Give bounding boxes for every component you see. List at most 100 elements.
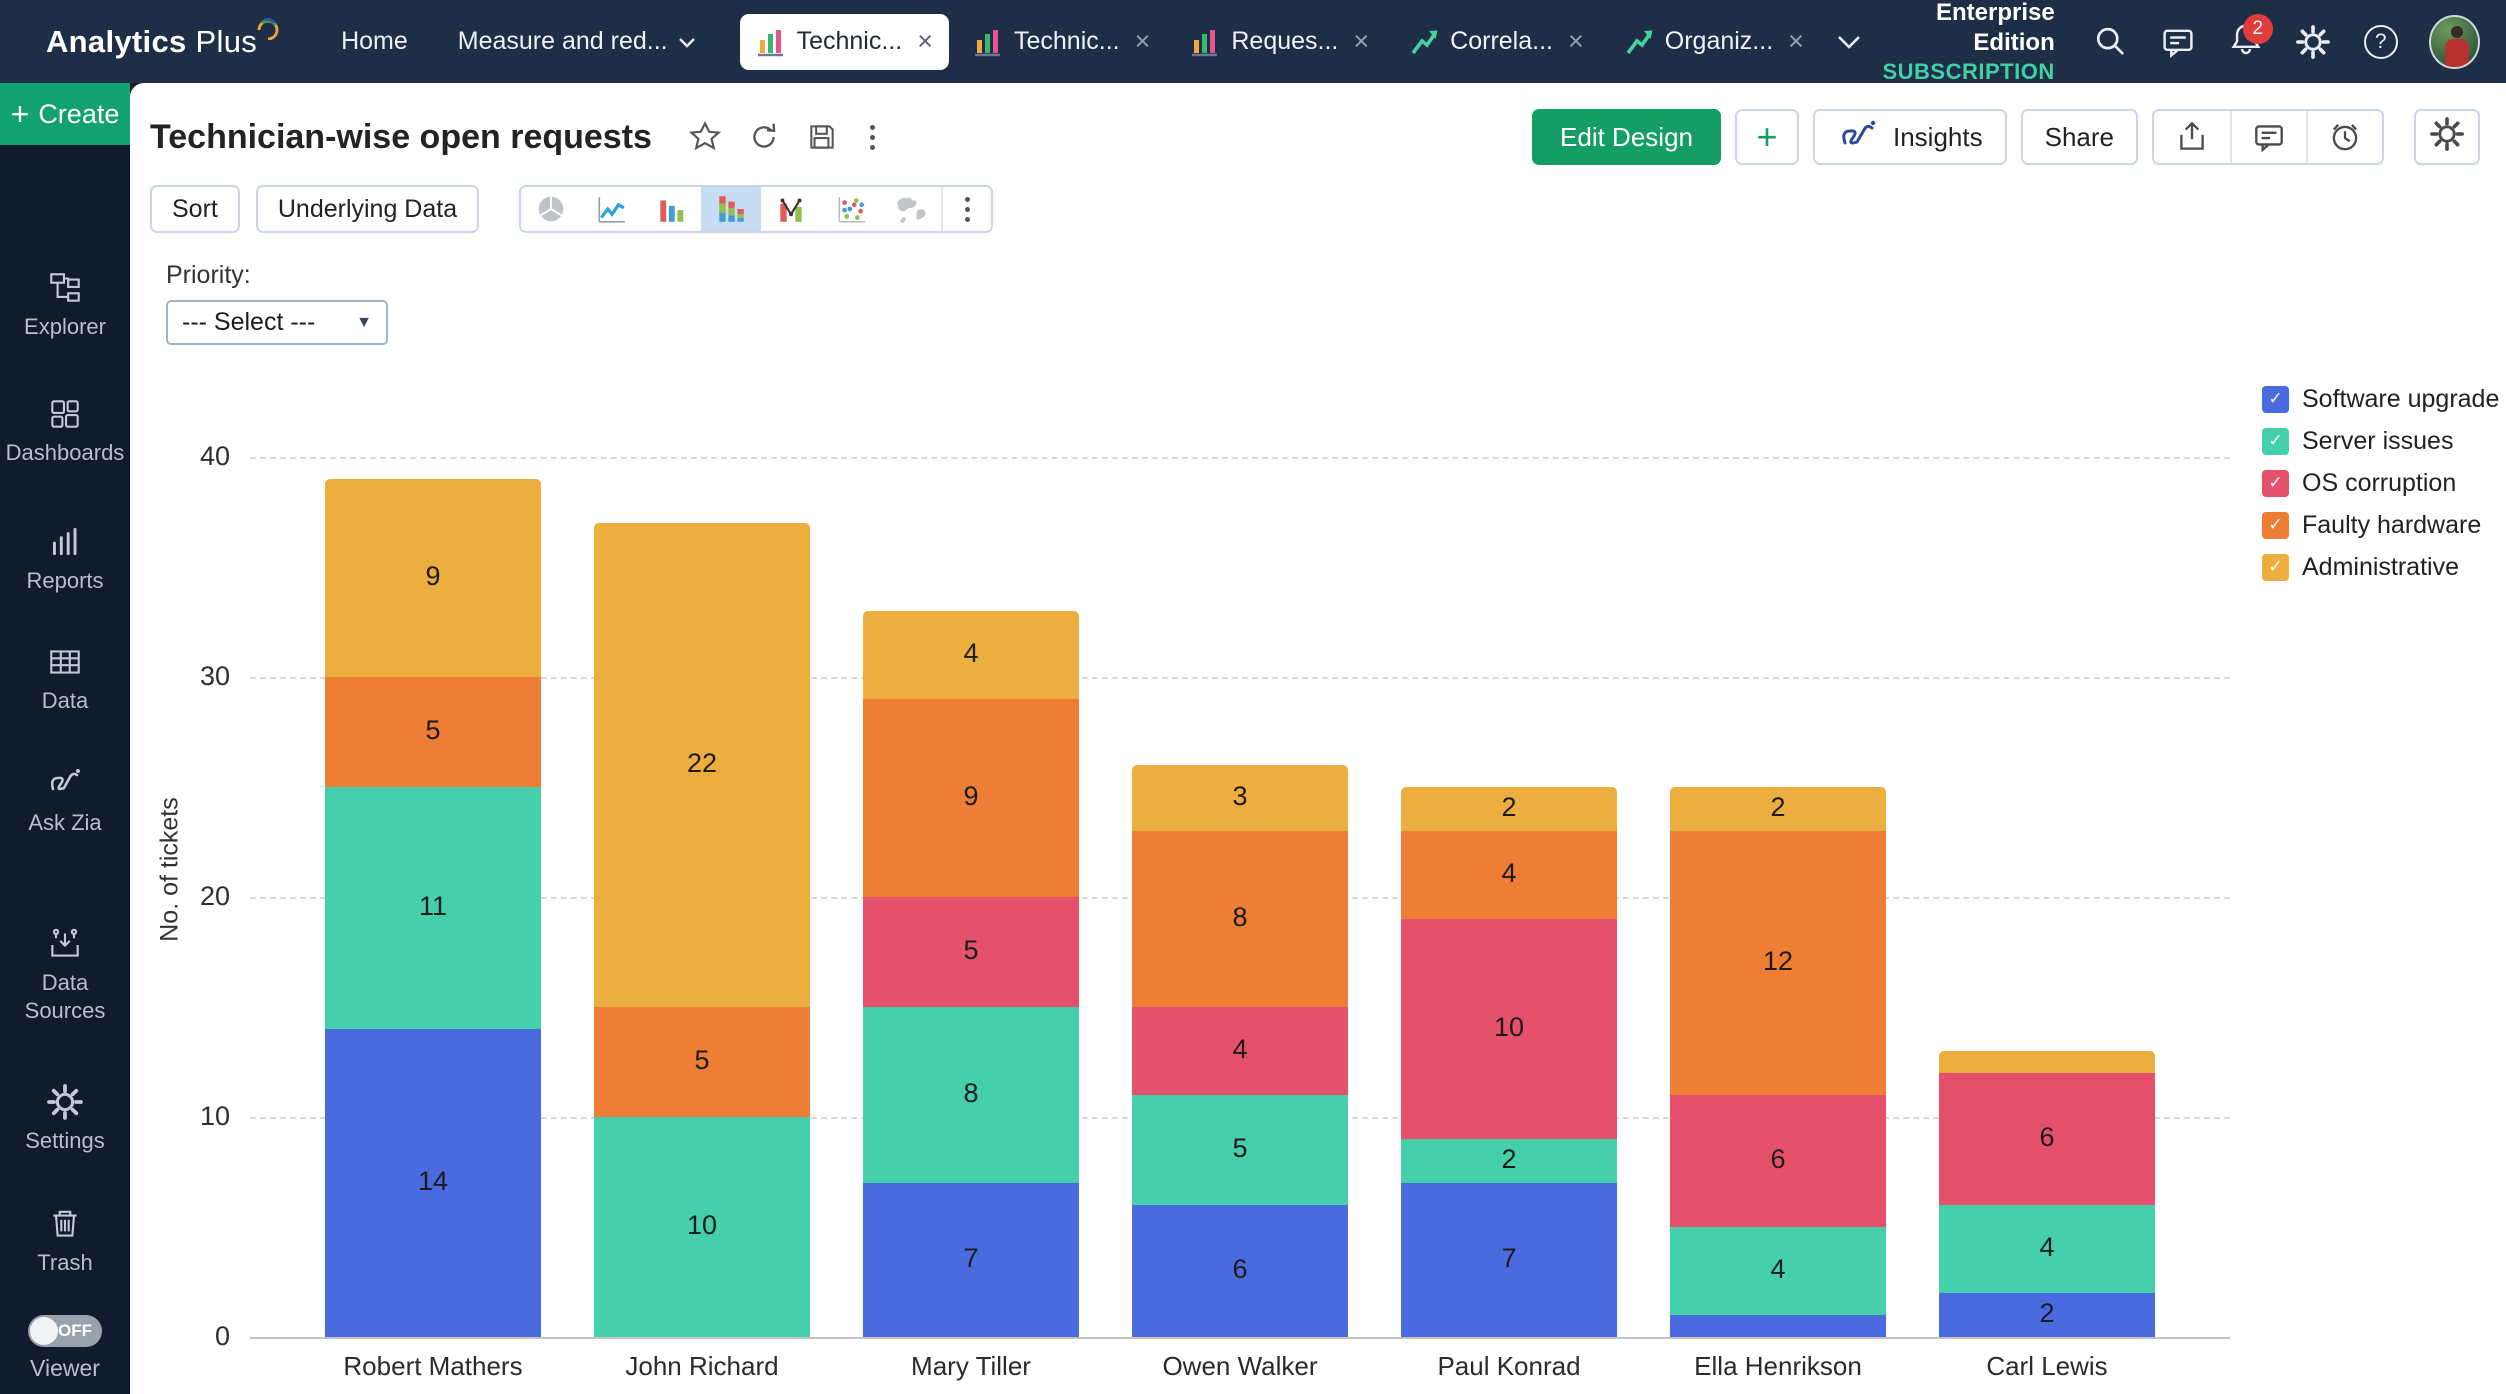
nav-link-measure-and-red[interactable]: Measure and red... [458,27,696,56]
bar-segment-administrative[interactable]: 3 [1132,765,1348,831]
legend-item-server-issues[interactable]: ✓Server issues [2262,420,2499,462]
user-avatar[interactable] [2429,15,2480,69]
bar-chart-icon [1190,27,1220,57]
refresh-icon[interactable] [748,121,780,153]
tab-2[interactable]: Technic...× [957,14,1166,70]
tab-close-icon[interactable]: × [1353,28,1369,55]
comments-icon[interactable] [2230,111,2306,163]
bar-value-label: 3 [1132,781,1348,812]
title-more-menu-icon[interactable] [864,123,881,152]
bar-segment-faulty-hardware[interactable]: 5 [594,1007,810,1117]
legend-checkbox-icon[interactable]: ✓ [2262,470,2289,497]
insights-button[interactable]: Insights [1813,109,2007,165]
nav-link-home[interactable]: Home [341,27,408,56]
share-button[interactable]: Share [2021,109,2138,165]
legend-item-software-upgrade[interactable]: ✓Software upgrade [2262,378,2499,420]
edit-design-button[interactable]: Edit Design [1532,109,1721,165]
legend-checkbox-icon[interactable]: ✓ [2262,512,2289,539]
legend-checkbox-icon[interactable]: ✓ [2262,428,2289,455]
bar-segment-os-corruption[interactable]: 10 [1401,919,1617,1139]
tab-close-icon[interactable]: × [1135,28,1151,55]
bar-segment-server-issues[interactable]: 11 [325,787,541,1029]
sidebar-item-settings[interactable]: Settings [0,1083,130,1155]
header-actions: Edit Design + Insights Share [1532,109,2480,165]
sidebar-item-explorer[interactable]: Explorer [0,269,130,341]
legend-checkbox-icon[interactable]: ✓ [2262,386,2289,413]
toggle-pill[interactable]: OFF [28,1315,102,1347]
notifications-bell-icon[interactable]: 2 [2227,22,2265,62]
bar-segment-server-issues[interactable]: 8 [863,1007,1079,1183]
bar-segment-os-corruption[interactable]: 4 [1132,1007,1348,1095]
bar-segment-administrative[interactable]: 2 [1670,787,1886,831]
chart-type-bar-icon[interactable] [641,187,701,231]
bar-segment-os-corruption[interactable]: 6 [1939,1073,2155,1205]
bar-segment-faulty-hardware[interactable]: 12 [1670,831,1886,1095]
chart-type-stacked-bar-icon[interactable] [701,187,761,231]
legend-item-faulty-hardware[interactable]: ✓Faulty hardware [2262,504,2499,546]
bar-segment-os-corruption[interactable]: 5 [863,897,1079,1007]
bar-segment-software-upgrade[interactable] [1670,1315,1886,1337]
bar-segment-administrative[interactable]: 2 [1401,787,1617,831]
bar-segment-software-upgrade[interactable]: 14 [325,1029,541,1337]
bar-segment-administrative[interactable]: 4 [863,611,1079,699]
chart-type-more-menu-icon[interactable] [941,187,991,231]
report-settings-gear-icon[interactable] [2414,109,2480,165]
sidebar-item-dashboards[interactable]: Dashboards [0,395,130,467]
chart-type-bar-line-icon[interactable] [761,187,821,231]
sidebar-item-reports[interactable]: Reports [0,523,130,595]
priority-select[interactable]: --- Select --- ▼ [166,300,388,345]
settings-icon [46,1083,84,1121]
bar-segment-faulty-hardware[interactable]: 8 [1132,831,1348,1007]
bar-segment-server-issues[interactable]: 10 [594,1117,810,1337]
chart-type-line-icon[interactable] [581,187,641,231]
favorite-star-icon[interactable] [688,120,722,154]
chart-type-scatter-icon[interactable] [821,187,881,231]
tab-4[interactable]: Correla...× [1393,14,1600,70]
legend-checkbox-icon[interactable]: ✓ [2262,554,2289,581]
search-icon[interactable] [2091,22,2129,62]
tab-close-icon[interactable]: × [1788,28,1804,55]
bar-segment-administrative[interactable] [1939,1051,2155,1073]
add-button[interactable]: + [1735,109,1799,165]
feedback-icon[interactable] [2159,22,2197,62]
create-button[interactable]: + Create [0,83,130,145]
bar-segment-server-issues[interactable]: 5 [1132,1095,1348,1205]
bar-segment-os-corruption[interactable]: 6 [1670,1095,1886,1227]
bar-segment-administrative[interactable]: 22 [594,523,810,1007]
bar-segment-administrative[interactable]: 9 [325,479,541,677]
sidebar-item-data[interactable]: Data [0,643,130,715]
sidebar-item-ask-zia[interactable]: Ask Zia [0,765,130,837]
bar-segment-software-upgrade[interactable]: 6 [1132,1205,1348,1337]
tab-close-icon[interactable]: × [1568,28,1584,55]
save-icon[interactable] [806,121,838,153]
tab-overflow-chevron-icon[interactable] [1836,34,1862,50]
tab-1[interactable]: Technic...× [740,14,949,70]
viewer-toggle[interactable]: OFF Viewer [0,1315,130,1382]
underlying-data-button[interactable]: Underlying Data [256,185,479,233]
bar-segment-faulty-hardware[interactable]: 9 [863,699,1079,897]
tab-3[interactable]: Reques...× [1174,14,1385,70]
edition-info: Enterprise Edition SUBSCRIPTION [1862,0,2055,85]
bar-segment-software-upgrade[interactable]: 2 [1939,1293,2155,1337]
sort-button[interactable]: Sort [150,185,240,233]
bar-segment-software-upgrade[interactable]: 7 [863,1183,1079,1337]
tab-close-icon[interactable]: × [917,28,933,55]
bar-segment-faulty-hardware[interactable]: 5 [325,677,541,787]
chart-type-pie-icon[interactable] [521,187,581,231]
bar-segment-server-issues[interactable]: 4 [1670,1227,1886,1315]
legend-item-os-corruption[interactable]: ✓OS corruption [2262,462,2499,504]
bar-value-label: 4 [1939,1232,2155,1263]
bar-segment-server-issues[interactable]: 2 [1401,1139,1617,1183]
legend-item-administrative[interactable]: ✓Administrative [2262,546,2499,588]
settings-gear-icon[interactable] [2295,22,2332,62]
alert-schedule-icon[interactable] [2306,111,2382,163]
sidebar-item-trash[interactable]: Trash [0,1205,130,1277]
sidebar-item-data-sources[interactable]: Data Sources [0,925,130,1024]
help-icon[interactable]: ? [2362,22,2399,62]
bar-segment-faulty-hardware[interactable]: 4 [1401,831,1617,919]
bar-segment-server-issues[interactable]: 4 [1939,1205,2155,1293]
tab-5[interactable]: Organiz...× [1608,14,1820,70]
chart-type-map-icon[interactable] [881,187,941,231]
export-icon[interactable] [2154,111,2230,163]
bar-segment-software-upgrade[interactable]: 7 [1401,1183,1617,1337]
